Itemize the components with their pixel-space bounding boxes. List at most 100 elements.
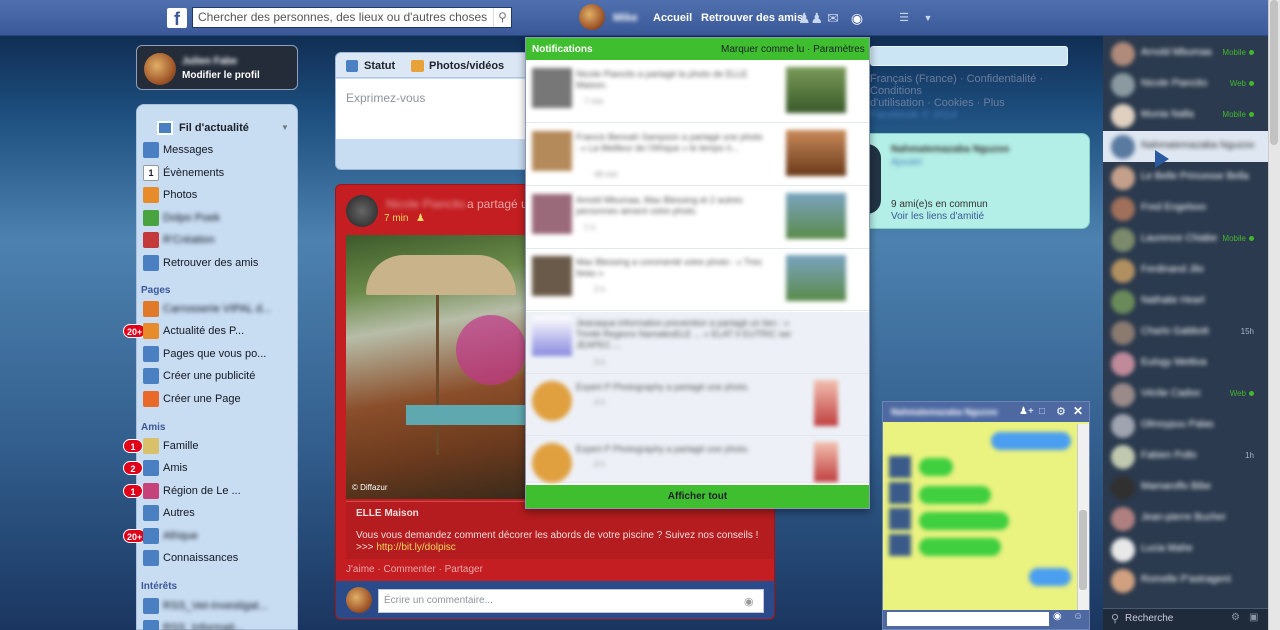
notification-item[interactable]: Expert P Photography a partagé une photo… [526,374,869,436]
chat-contact[interactable]: Nicole Piancito Web [1103,69,1268,100]
composer-input[interactable]: Exprimez-vous [346,91,425,105]
nav-friends-others[interactable]: Autres [143,504,195,522]
tab-status[interactable]: Statut [364,60,395,72]
newsfeed-options-chevron-icon[interactable]: ▼ [281,123,289,132]
nav-create-page[interactable]: Créer une Page [143,390,241,408]
chat-contact[interactable]: Ferdinand Jilo [1103,255,1268,286]
post-author-name[interactable]: Nicole Piancito [386,197,465,211]
nav-pages-liked[interactable]: Pages que vous po... [143,345,266,363]
chat-search-input[interactable]: Recherche [1125,613,1173,624]
add-friends-to-chat-icon[interactable]: ♟+ [1019,406,1034,417]
notification-item[interactable]: Max Blessing a commenté votre photo : « … [526,249,869,311]
suggestion-name[interactable]: Nahmatemazaba Nguzoo [891,144,1009,155]
chat-contact[interactable]: Arnold Mbumaa Mobile [1103,38,1268,69]
suggestion-add-link[interactable]: Ajouter [891,157,923,168]
home-link[interactable]: Accueil [653,12,692,24]
chat-emoji-icon[interactable]: ☺ [1073,611,1083,622]
chat-contact[interactable]: Lucia Mahe [1103,534,1268,565]
chat-scroll-thumb[interactable] [1079,510,1087,590]
chat-contact[interactable]: Nathalie Hearl [1103,286,1268,317]
search-input[interactable]: Chercher des personnes, des lieux ou d'a… [192,7,512,28]
edit-profile-link[interactable]: Modifier le profil [182,70,260,81]
chat-contact[interactable]: Mamaroflo Bibe [1103,472,1268,503]
close-chat-icon[interactable]: ✕ [1073,404,1083,418]
chat-contact[interactable]: Romelle P'astragent [1103,565,1268,596]
footer-line-2[interactable]: d'utilisation · Cookies · Plus [870,97,1070,109]
find-friends-link[interactable]: Retrouver des amis [701,12,803,24]
post-link[interactable]: >>> http://bit.ly/dolpisc [356,542,456,553]
profile-avatar[interactable] [144,53,176,85]
privacy-shortcuts-icon[interactable]: ☰ [894,8,914,28]
messages-icon[interactable]: ✉ [823,8,843,28]
interests-heading[interactable]: Intérêts [141,581,177,592]
chat-contact[interactable]: Fred Engelsoo [1103,193,1268,224]
chat-contact[interactable]: Fabien Pollo 1h [1103,441,1268,472]
nav-friends-friends[interactable]: 2 Amis [123,459,187,477]
post-author-avatar[interactable] [346,195,378,227]
chat-contact[interactable]: Jean-pierre Bucher [1103,503,1268,534]
chat-contact[interactable]: Le Belle Princesse Bella [1103,162,1268,193]
newsfeed-link[interactable]: Fil d'actualité [179,122,249,134]
nav-friends-region[interactable]: 1 Région de Le ... [123,482,241,500]
nav-item-find-friends[interactable]: Retrouver des amis [143,254,258,272]
chat-window-header[interactable]: Nahmatemazaba Nguzoo ♟+ □ ⚙ ✕ [883,402,1089,422]
page-scroll-thumb[interactable] [1270,0,1278,145]
chat-contact[interactable]: Eulogy Mettiva [1103,348,1268,379]
nav-item-app-2[interactable]: R'Création [143,231,215,249]
search-icon[interactable]: ⚲ [493,8,511,27]
nav-interest-2[interactable]: RSS_Informati... [143,619,244,630]
post-photo[interactable]: © Diffazur [346,235,526,499]
shared-source[interactable]: ELLE Maison [356,508,419,519]
comment-camera-icon[interactable]: ◉ [744,595,754,608]
notification-item[interactable]: Francis Benoah Sampson a partagé une pho… [526,124,869,186]
profile-box[interactable]: Julien Fabe Modifier le profil [136,45,298,90]
notifications-globe-icon[interactable]: ◉ [847,8,867,28]
chat-settings-icon[interactable]: ⚙ [1231,612,1240,623]
friend-requests-icon[interactable]: ♟♟ [798,8,823,28]
footer-line-1[interactable]: Français (France) · Confidentialité · Co… [870,73,1070,97]
chat-photo-icon[interactable]: ◉ [1053,611,1062,622]
nav-item-app-1[interactable]: Dolpo Poek [143,209,220,227]
notification-item[interactable]: Amold Mbumaa, Max Blessing et 2 autres p… [526,187,869,249]
post-actions[interactable]: J'aime · Commenter · Partager [346,564,483,575]
nav-friends-list[interactable]: 20+ Afrique [123,527,198,545]
chat-contact[interactable]: Olinoypuu Palas [1103,410,1268,441]
footer-links[interactable]: Français (France) · Confidentialité · Co… [870,73,1070,121]
chat-contact[interactable]: Nahmatemazaba Nguzoo [1103,131,1268,162]
profile-name[interactable]: Julien Fabe [182,56,237,67]
nav-page-1[interactable]: Carrosserie VIPAL d... [143,300,271,318]
nav-item-events[interactable]: 1 Évènements [143,164,224,182]
user-avatar[interactable] [579,4,605,30]
mark-read-link[interactable]: Marquer comme lu [721,44,804,55]
post-timestamp[interactable]: 7 min [384,213,408,224]
chat-options-icon[interactable]: ▣ [1249,612,1258,623]
facebook-logo[interactable]: f [167,8,187,29]
see-friendship-link[interactable]: Voir les liens d'amitié [891,211,984,222]
friends-heading[interactable]: Amis [141,422,165,433]
video-call-icon[interactable]: □ [1039,406,1045,417]
chat-contact[interactable]: Charlo Gabbott 15h [1103,317,1268,348]
pages-heading[interactable]: Pages [141,285,170,296]
see-all-notifications-button[interactable]: Afficher tout [526,485,869,508]
nav-create-ad[interactable]: Créer une publicité [143,367,255,385]
nav-item-photos[interactable]: Photos [143,186,197,204]
nav-interest-1[interactable]: RSS_Vet-Investigat... [143,597,268,615]
notification-item[interactable]: Nicole Piancito a partagé la photo de EL… [526,61,869,123]
tab-photos-videos[interactable]: Photos/vidéos [429,60,504,72]
comment-input[interactable]: Écrire un commentaire... [378,589,764,613]
chat-settings-gear-icon[interactable]: ⚙ [1056,405,1066,418]
nav-friends-acquaintances[interactable]: Connaissances [143,549,238,567]
nav-page-news[interactable]: 20+ Actualité des P... [123,322,244,340]
notification-settings-link[interactable]: · Paramètres [807,44,865,55]
chat-window-name[interactable]: Nahmatemazaba Nguzoo [891,407,998,417]
notification-item[interactable]: Expert P Photography a partagé une photo… [526,436,869,483]
nav-friends-family[interactable]: 1 Famille [123,437,198,455]
nav-item-messages[interactable]: Messages [143,141,213,159]
chat-contact[interactable]: Munia Nalla Mobile [1103,100,1268,131]
chat-contact[interactable]: Véclie Cadoo Web [1103,379,1268,410]
chat-contact[interactable]: Laurence Chiabe Mobile [1103,224,1268,255]
notification-item[interactable]: Jeanaqua information prevention a partag… [526,312,869,374]
user-name-link[interactable]: Mike [613,12,637,24]
account-menu-icon[interactable]: ▼ [918,8,938,28]
chat-message-input[interactable] [887,612,1049,626]
